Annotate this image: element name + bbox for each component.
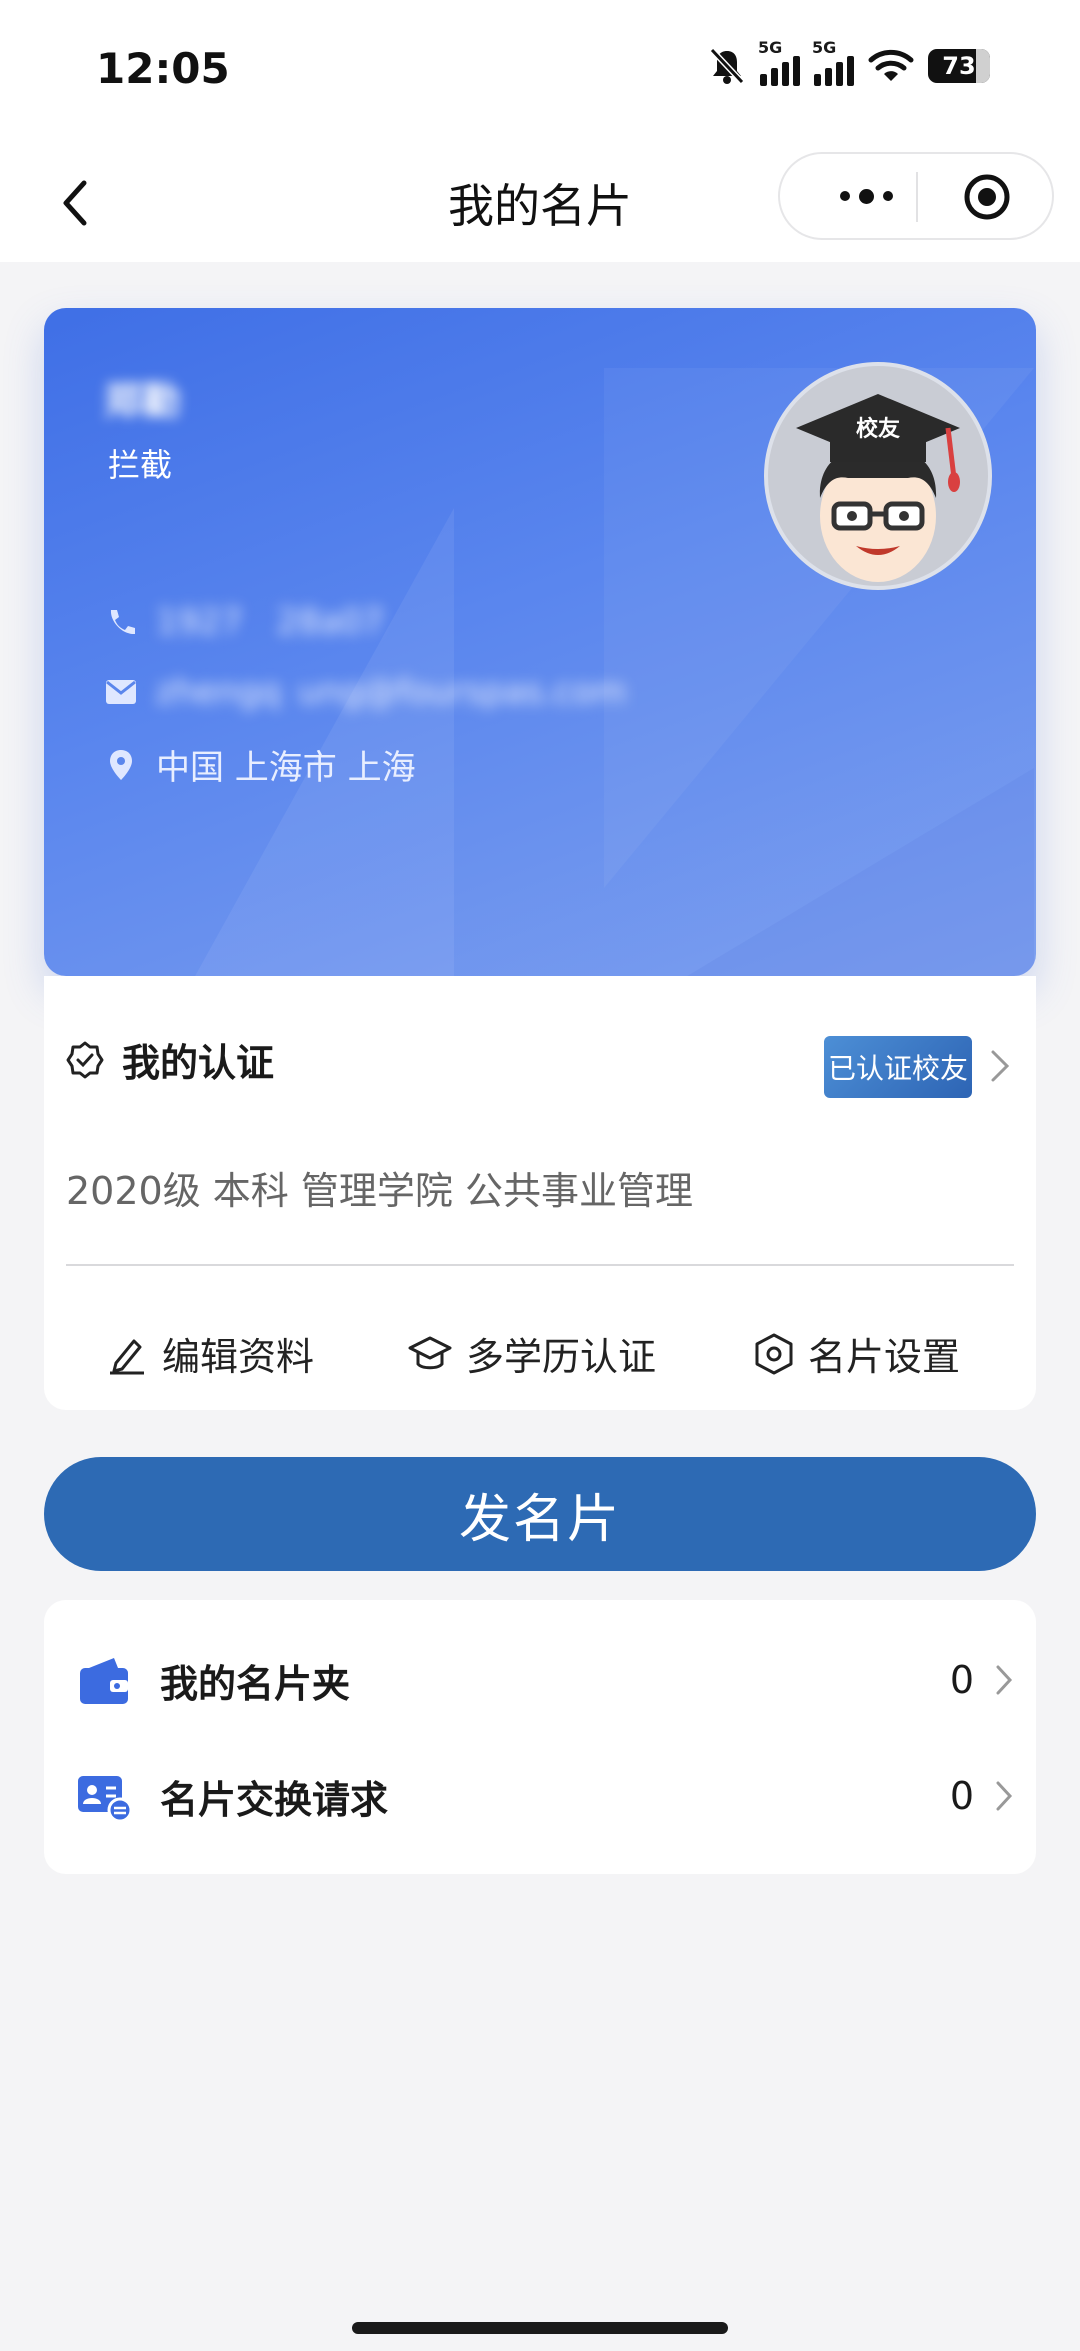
- email-icon: [104, 675, 138, 709]
- settings-hexagon-icon: [755, 1333, 793, 1374]
- exchange-request-count: 0: [949, 1774, 974, 1818]
- more-dots-icon: [839, 191, 850, 201]
- phone-number: 1927 28a07: [156, 602, 384, 642]
- graduation-cap-icon: [408, 1336, 452, 1369]
- avatar: 校友: [764, 362, 992, 590]
- bell-muted-icon: [709, 47, 745, 85]
- wallet-icon: [80, 1658, 128, 1704]
- edit-pencil-icon: [110, 1339, 144, 1374]
- card-settings-button[interactable]: 名片设置: [754, 1326, 960, 1381]
- wifi-icon: [868, 49, 914, 81]
- location-text: 中国 上海市 上海: [156, 748, 416, 788]
- status-icons: 5G 5G 73: [708, 38, 990, 86]
- home-indicator: [352, 2322, 728, 2334]
- close-miniprogram-icon[interactable]: [964, 174, 1010, 220]
- more-button[interactable]: [816, 174, 916, 218]
- capsule-divider: [916, 172, 918, 222]
- email-address: zhengq ung@fourspas.com: [156, 672, 627, 712]
- send-card-button[interactable]: 发名片: [44, 1457, 1036, 1571]
- list-item-exchange-requests[interactable]: 名片交换请求 0: [44, 1738, 1036, 1854]
- card-organization: 拦截: [108, 446, 173, 484]
- nav-bar: 我的名片: [0, 140, 1080, 262]
- chevron-right-icon[interactable]: [988, 1048, 1012, 1084]
- card-holder-count: 0: [949, 1658, 974, 1702]
- location-pin-icon: [104, 748, 138, 782]
- certification-title: 我的认证: [122, 1041, 275, 1085]
- card-name: 郑勤: [104, 379, 181, 423]
- certification-header[interactable]: 我的认证: [66, 1032, 274, 1087]
- card-exchange-icon: [78, 1776, 132, 1823]
- status-bar: 12:05 5G 5G 73: [0, 0, 1080, 140]
- card-email-row: zhengq ung@fourspas.com: [104, 672, 626, 712]
- svg-text:校友: 校友: [856, 416, 900, 442]
- verified-badge-icon: [66, 1041, 104, 1078]
- list-item-card-holder[interactable]: 我的名片夹 0: [44, 1622, 1036, 1738]
- card-location-row: 中国 上海市 上海: [104, 740, 416, 789]
- chevron-right-icon: [996, 1781, 1013, 1811]
- business-card[interactable]: 郑勤 拦截 校友 1927 28a07 zhengq ung@fourspas.…: [44, 308, 1036, 976]
- chevron-right-icon: [996, 1665, 1013, 1695]
- cellular-signal-icon: 5G: [812, 38, 854, 86]
- alumni-avatar-icon: 校友: [796, 394, 960, 582]
- phone-icon: [104, 605, 138, 639]
- cellular-signal-icon: 5G: [758, 38, 800, 86]
- education-info: 2020级 本科 管理学院 公共事业管理: [66, 1169, 693, 1213]
- card-list: 我的名片夹 0 名片交换请求 0: [44, 1600, 1036, 1874]
- status-time: 12:05: [96, 44, 230, 93]
- divider: [66, 1264, 1014, 1266]
- battery-icon: 73: [928, 49, 990, 83]
- multi-degree-verify-button[interactable]: 多学历认证: [408, 1326, 656, 1381]
- certification-panel: 我的认证 已认证校友 2020级 本科 管理学院 公共事业管理 编辑资料 多学历…: [44, 976, 1036, 1410]
- edit-profile-button[interactable]: 编辑资料: [106, 1326, 314, 1381]
- miniprogram-capsule: [778, 152, 1054, 240]
- card-phone-row: 1927 28a07: [104, 602, 384, 642]
- alumni-verified-badge[interactable]: 已认证校友: [824, 1036, 972, 1098]
